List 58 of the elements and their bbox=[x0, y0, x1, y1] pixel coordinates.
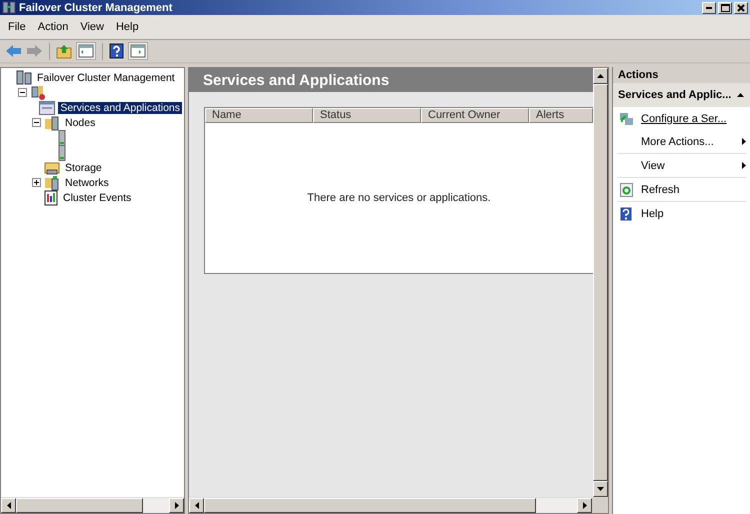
event-log-icon bbox=[44, 190, 58, 206]
expand-toggle[interactable] bbox=[32, 178, 40, 187]
submenu-arrow-icon bbox=[742, 138, 746, 145]
collapse-arrow-icon[interactable] bbox=[737, 93, 744, 97]
tree-item[interactable]: Networks bbox=[63, 176, 111, 188]
window-title: Failover Cluster Management bbox=[19, 2, 174, 14]
pane-header: Services and Applications bbox=[189, 68, 593, 92]
horizontal-scrollbar[interactable] bbox=[189, 497, 608, 513]
action-link[interactable]: Configure a Ser... bbox=[641, 112, 727, 124]
cluster-icon bbox=[16, 70, 32, 86]
menu-item[interactable]: Help bbox=[112, 21, 143, 33]
scroll-up-icon[interactable] bbox=[597, 74, 604, 78]
tree-item[interactable]: Storage bbox=[63, 162, 104, 174]
menu-item[interactable]: File bbox=[4, 21, 30, 33]
minimize-button[interactable] bbox=[702, 2, 716, 14]
cluster-icon bbox=[30, 84, 46, 100]
configure-icon bbox=[618, 112, 634, 126]
tree-item[interactable]: Failover Cluster Management bbox=[35, 72, 177, 84]
maximize-button[interactable] bbox=[718, 2, 732, 14]
expand-toggle[interactable] bbox=[32, 118, 40, 127]
help-icon[interactable] bbox=[109, 43, 124, 59]
action-pane-icon[interactable] bbox=[128, 42, 148, 60]
menu-item[interactable]: Action bbox=[34, 21, 72, 33]
window-icon bbox=[39, 100, 56, 114]
scroll-down-icon[interactable] bbox=[597, 487, 604, 491]
column-header[interactable]: Status bbox=[313, 108, 421, 123]
close-button[interactable] bbox=[734, 2, 748, 14]
column-header[interactable]: Name bbox=[205, 108, 313, 123]
tree-item[interactable]: Services and Applications bbox=[58, 102, 182, 114]
network-folder-icon bbox=[44, 174, 60, 190]
cluster-icon bbox=[2, 1, 16, 14]
scroll-left-icon[interactable] bbox=[194, 502, 198, 509]
action-link[interactable]: Help bbox=[641, 208, 664, 220]
actions-header: Actions bbox=[613, 67, 750, 83]
tree-item[interactable]: Cluster Events bbox=[61, 192, 134, 204]
action-link[interactable]: Refresh bbox=[641, 184, 680, 196]
action-link[interactable]: More Actions... bbox=[641, 136, 714, 148]
scroll-right-icon[interactable] bbox=[582, 502, 586, 509]
refresh-icon bbox=[620, 182, 632, 196]
help-icon bbox=[620, 206, 632, 220]
column-header[interactable]: Current Owner bbox=[421, 108, 529, 123]
folder-servers-icon bbox=[44, 114, 60, 130]
expand-toggle[interactable] bbox=[18, 88, 26, 97]
actions-section-header[interactable]: Services and Applic... bbox=[613, 83, 750, 107]
section-title: Services and Applic... bbox=[618, 89, 732, 101]
console-tree-icon[interactable] bbox=[76, 42, 96, 60]
minimize-icon bbox=[706, 6, 712, 8]
tree-item[interactable]: Nodes bbox=[63, 116, 98, 128]
vertical-scrollbar[interactable] bbox=[593, 68, 608, 497]
submenu-arrow-icon bbox=[742, 162, 746, 169]
column-header[interactable]: Alerts bbox=[529, 108, 593, 123]
storage-folder-icon bbox=[44, 160, 60, 176]
action-link[interactable]: View bbox=[641, 160, 665, 172]
scroll-left-icon[interactable] bbox=[6, 502, 10, 509]
menu-item[interactable]: View bbox=[76, 21, 108, 33]
empty-message: There are no services or applications. bbox=[307, 192, 491, 204]
scroll-right-icon[interactable] bbox=[174, 502, 178, 509]
horizontal-scrollbar[interactable] bbox=[1, 497, 184, 513]
